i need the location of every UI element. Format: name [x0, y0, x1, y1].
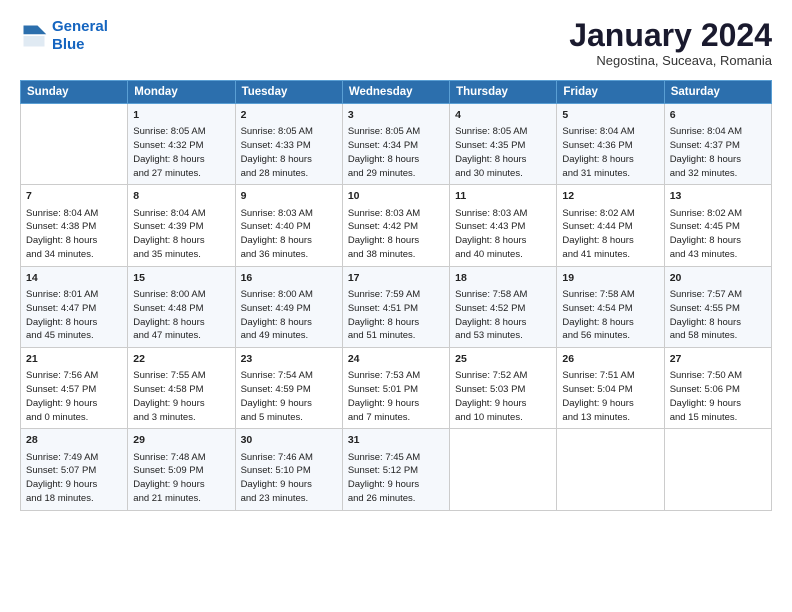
- day-number: 23: [241, 352, 337, 367]
- day-number: 30: [241, 433, 337, 448]
- day-number: 10: [348, 189, 444, 204]
- day-number: 7: [26, 189, 122, 204]
- day-number: 13: [670, 189, 766, 204]
- day-number: 27: [670, 352, 766, 367]
- calendar-cell: 20Sunrise: 7:57 AMSunset: 4:55 PMDayligh…: [664, 266, 771, 347]
- weekday-header-thursday: Thursday: [450, 81, 557, 104]
- calendar-table: SundayMondayTuesdayWednesdayThursdayFrid…: [20, 80, 772, 510]
- calendar-cell: 25Sunrise: 7:52 AMSunset: 5:03 PMDayligh…: [450, 348, 557, 429]
- day-number: 17: [348, 271, 444, 286]
- calendar-cell: 18Sunrise: 7:58 AMSunset: 4:52 PMDayligh…: [450, 266, 557, 347]
- day-number: 18: [455, 271, 551, 286]
- calendar-week-3: 14Sunrise: 8:01 AMSunset: 4:47 PMDayligh…: [21, 266, 772, 347]
- calendar-cell: [450, 429, 557, 510]
- day-number: 29: [133, 433, 229, 448]
- header: General Blue January 2024 Negostina, Suc…: [20, 18, 772, 68]
- day-number: 5: [562, 108, 658, 123]
- calendar-cell: 6Sunrise: 8:04 AMSunset: 4:37 PMDaylight…: [664, 104, 771, 185]
- calendar-cell: 10Sunrise: 8:03 AMSunset: 4:42 PMDayligh…: [342, 185, 449, 266]
- calendar-cell: [21, 104, 128, 185]
- calendar-cell: 27Sunrise: 7:50 AMSunset: 5:06 PMDayligh…: [664, 348, 771, 429]
- calendar-cell: 16Sunrise: 8:00 AMSunset: 4:49 PMDayligh…: [235, 266, 342, 347]
- calendar-week-2: 7Sunrise: 8:04 AMSunset: 4:38 PMDaylight…: [21, 185, 772, 266]
- calendar-cell: 7Sunrise: 8:04 AMSunset: 4:38 PMDaylight…: [21, 185, 128, 266]
- calendar-week-4: 21Sunrise: 7:56 AMSunset: 4:57 PMDayligh…: [21, 348, 772, 429]
- day-number: 25: [455, 352, 551, 367]
- calendar-cell: 29Sunrise: 7:48 AMSunset: 5:09 PMDayligh…: [128, 429, 235, 510]
- title-block: January 2024 Negostina, Suceava, Romania: [569, 18, 772, 68]
- location: Negostina, Suceava, Romania: [569, 53, 772, 68]
- day-number: 4: [455, 108, 551, 123]
- day-number: 26: [562, 352, 658, 367]
- day-number: 14: [26, 271, 122, 286]
- calendar-cell: 17Sunrise: 7:59 AMSunset: 4:51 PMDayligh…: [342, 266, 449, 347]
- day-number: 19: [562, 271, 658, 286]
- calendar-cell: 15Sunrise: 8:00 AMSunset: 4:48 PMDayligh…: [128, 266, 235, 347]
- calendar-cell: 1Sunrise: 8:05 AMSunset: 4:32 PMDaylight…: [128, 104, 235, 185]
- day-number: 15: [133, 271, 229, 286]
- day-number: 3: [348, 108, 444, 123]
- day-number: 16: [241, 271, 337, 286]
- day-number: 24: [348, 352, 444, 367]
- day-number: 9: [241, 189, 337, 204]
- calendar-week-1: 1Sunrise: 8:05 AMSunset: 4:32 PMDaylight…: [21, 104, 772, 185]
- day-number: 20: [670, 271, 766, 286]
- calendar-cell: 31Sunrise: 7:45 AMSunset: 5:12 PMDayligh…: [342, 429, 449, 510]
- logo-text: General Blue: [52, 18, 108, 54]
- day-number: 6: [670, 108, 766, 123]
- calendar-cell: 13Sunrise: 8:02 AMSunset: 4:45 PMDayligh…: [664, 185, 771, 266]
- day-number: 8: [133, 189, 229, 204]
- calendar-cell: 26Sunrise: 7:51 AMSunset: 5:04 PMDayligh…: [557, 348, 664, 429]
- calendar-cell: 8Sunrise: 8:04 AMSunset: 4:39 PMDaylight…: [128, 185, 235, 266]
- day-number: 11: [455, 189, 551, 204]
- day-number: 31: [348, 433, 444, 448]
- day-number: 12: [562, 189, 658, 204]
- calendar-cell: 24Sunrise: 7:53 AMSunset: 5:01 PMDayligh…: [342, 348, 449, 429]
- calendar-cell: 21Sunrise: 7:56 AMSunset: 4:57 PMDayligh…: [21, 348, 128, 429]
- weekday-header-saturday: Saturday: [664, 81, 771, 104]
- logo-icon: [20, 22, 48, 50]
- weekday-header-monday: Monday: [128, 81, 235, 104]
- logo: General Blue: [20, 18, 108, 54]
- weekday-header-wednesday: Wednesday: [342, 81, 449, 104]
- calendar-cell: 19Sunrise: 7:58 AMSunset: 4:54 PMDayligh…: [557, 266, 664, 347]
- day-number: 21: [26, 352, 122, 367]
- calendar-cell: 28Sunrise: 7:49 AMSunset: 5:07 PMDayligh…: [21, 429, 128, 510]
- day-number: 1: [133, 108, 229, 123]
- calendar-cell: 22Sunrise: 7:55 AMSunset: 4:58 PMDayligh…: [128, 348, 235, 429]
- calendar-cell: 14Sunrise: 8:01 AMSunset: 4:47 PMDayligh…: [21, 266, 128, 347]
- calendar-cell: 11Sunrise: 8:03 AMSunset: 4:43 PMDayligh…: [450, 185, 557, 266]
- calendar-cell: 23Sunrise: 7:54 AMSunset: 4:59 PMDayligh…: [235, 348, 342, 429]
- weekday-header-friday: Friday: [557, 81, 664, 104]
- calendar-cell: 4Sunrise: 8:05 AMSunset: 4:35 PMDaylight…: [450, 104, 557, 185]
- day-number: 2: [241, 108, 337, 123]
- calendar-cell: 5Sunrise: 8:04 AMSunset: 4:36 PMDaylight…: [557, 104, 664, 185]
- day-number: 22: [133, 352, 229, 367]
- weekday-header-sunday: Sunday: [21, 81, 128, 104]
- calendar-cell: [557, 429, 664, 510]
- weekday-header-tuesday: Tuesday: [235, 81, 342, 104]
- calendar-cell: 3Sunrise: 8:05 AMSunset: 4:34 PMDaylight…: [342, 104, 449, 185]
- calendar-cell: 9Sunrise: 8:03 AMSunset: 4:40 PMDaylight…: [235, 185, 342, 266]
- calendar-cell: 2Sunrise: 8:05 AMSunset: 4:33 PMDaylight…: [235, 104, 342, 185]
- day-number: 28: [26, 433, 122, 448]
- calendar-cell: [664, 429, 771, 510]
- calendar-cell: 12Sunrise: 8:02 AMSunset: 4:44 PMDayligh…: [557, 185, 664, 266]
- weekday-header-row: SundayMondayTuesdayWednesdayThursdayFrid…: [21, 81, 772, 104]
- calendar-week-5: 28Sunrise: 7:49 AMSunset: 5:07 PMDayligh…: [21, 429, 772, 510]
- calendar-cell: 30Sunrise: 7:46 AMSunset: 5:10 PMDayligh…: [235, 429, 342, 510]
- month-title: January 2024: [569, 18, 772, 53]
- calendar-page: General Blue January 2024 Negostina, Suc…: [0, 0, 792, 612]
